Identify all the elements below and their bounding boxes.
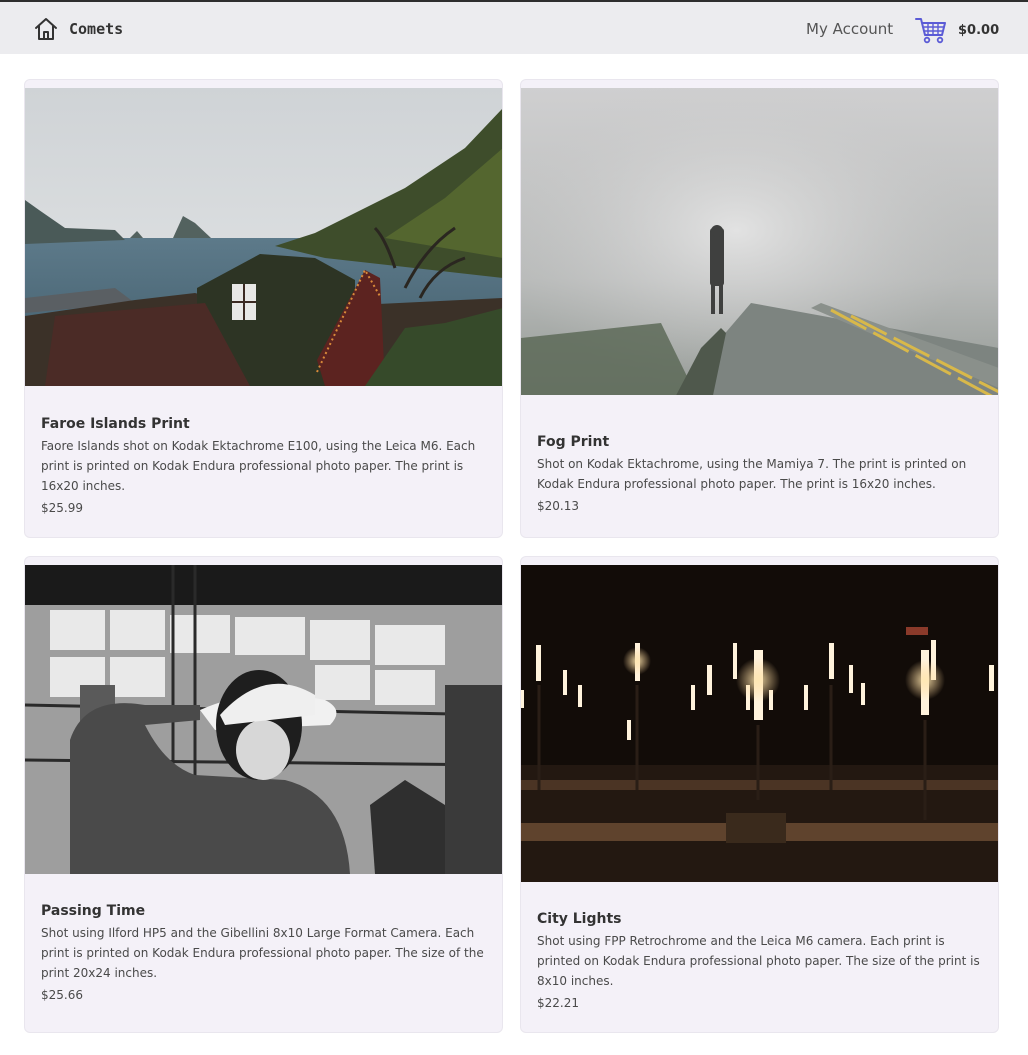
- product-price: $25.66: [41, 988, 83, 1002]
- my-account-link[interactable]: My Account: [806, 20, 893, 38]
- product-title: Faroe Islands Print: [41, 416, 190, 432]
- product-card-body: Passing Time Shot using Ilford HP5 and t…: [41, 903, 486, 1002]
- product-title: City Lights: [537, 911, 622, 927]
- product-price: $25.99: [41, 501, 83, 515]
- brand-name: Comets: [69, 20, 124, 38]
- product-card-body: City Lights Shot using FPP Retrochrome a…: [537, 911, 982, 1010]
- product-card-body: Fog Print Shot on Kodak Ektachrome, usin…: [537, 434, 982, 513]
- product-price: $20.13: [537, 499, 579, 513]
- cart-button[interactable]: $0.00: [914, 15, 999, 45]
- home-icon: [35, 18, 57, 40]
- product-card-body: Faroe Islands Print Faore Islands shot o…: [41, 416, 486, 515]
- product-card-fog[interactable]: Fog Print Shot on Kodak Ektachrome, usin…: [520, 79, 999, 538]
- top-navbar: Comets My Account $0.00: [0, 0, 1028, 54]
- product-description: Shot on Kodak Ektachrome, using the Mami…: [537, 457, 967, 491]
- cart-total: $0.00: [958, 22, 1000, 38]
- product-title: Fog Print: [537, 434, 610, 450]
- product-description: Shot using Ilford HP5 and the Gibellini …: [41, 926, 484, 980]
- product-title: Passing Time: [41, 903, 146, 919]
- brand-link[interactable]: Comets: [33, 15, 123, 43]
- product-photo-city-lights[interactable]: [521, 565, 999, 882]
- product-description: Shot using FPP Retrochrome and the Leica…: [537, 934, 980, 988]
- product-photo-fog[interactable]: [521, 88, 999, 405]
- product-card-city-lights[interactable]: City Lights Shot using FPP Retrochrome a…: [520, 556, 999, 1033]
- product-photo-passing-time[interactable]: [25, 565, 503, 874]
- product-card-faroe-islands[interactable]: Faroe Islands Print Faore Islands shot o…: [24, 79, 503, 538]
- product-card-passing-time[interactable]: Passing Time Shot using Ilford HP5 and t…: [24, 556, 503, 1033]
- product-description: Faore Islands shot on Kodak Ektachrome E…: [41, 439, 476, 493]
- shopping-cart-icon: [915, 18, 946, 44]
- product-price: $22.21: [537, 996, 579, 1010]
- product-photo-faroe-islands[interactable]: [25, 88, 503, 386]
